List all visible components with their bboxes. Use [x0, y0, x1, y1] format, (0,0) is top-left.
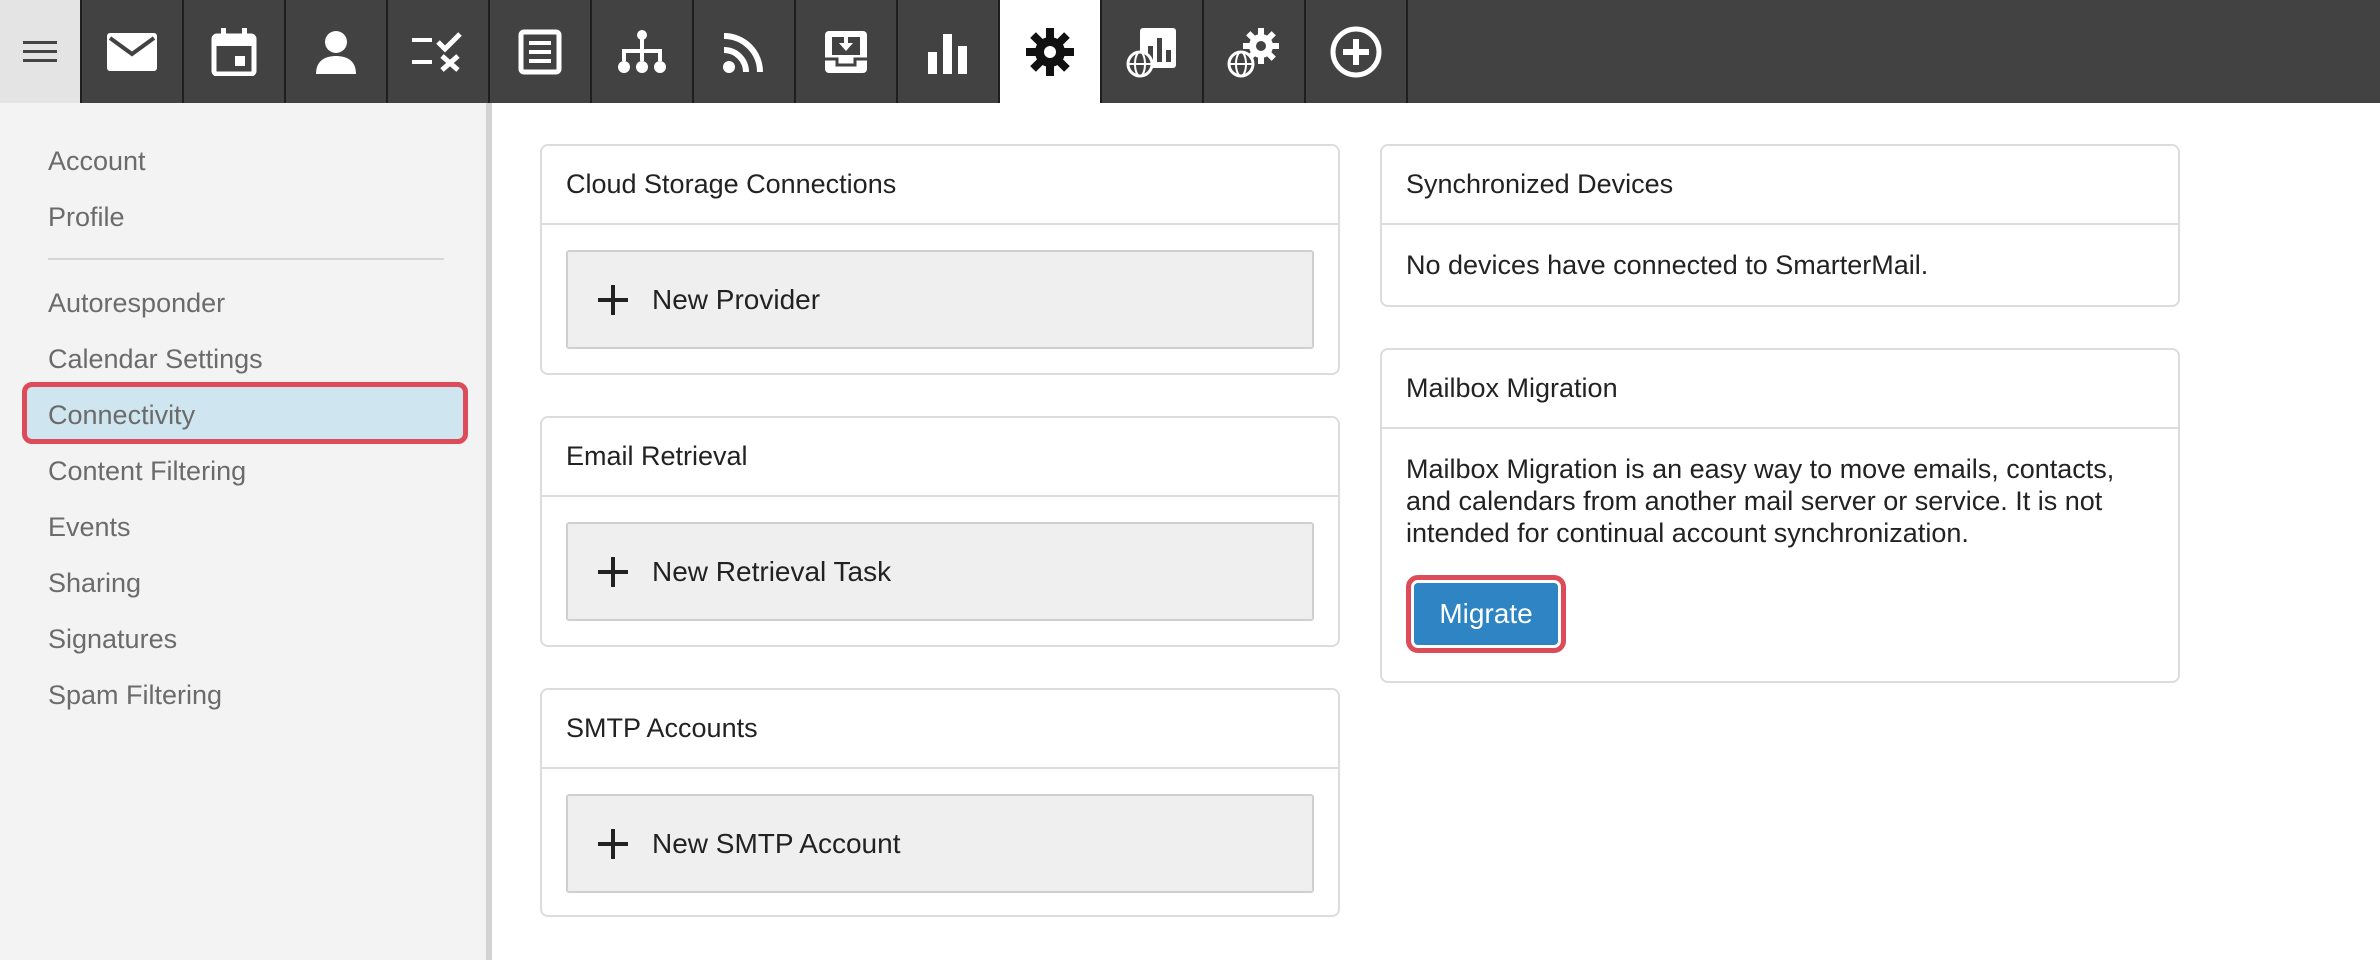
new-provider-button[interactable]: New Provider — [566, 250, 1314, 349]
sidebar-item-calendar-settings[interactable]: Calendar Settings — [48, 337, 263, 381]
sidebar-item-content-filtering[interactable]: Content Filtering — [48, 449, 246, 493]
plus-icon — [598, 284, 628, 315]
synchronized-devices-title: Synchronized Devices — [1382, 146, 2178, 225]
cloud-storage-card: Cloud Storage Connections New Provider — [540, 144, 1340, 375]
sidebar-item-profile[interactable]: Profile — [48, 195, 125, 239]
no-devices-message: No devices have connected to SmarterMail… — [1406, 250, 1929, 280]
email-retrieval-title: Email Retrieval — [542, 418, 1338, 497]
smtp-accounts-title: SMTP Accounts — [542, 690, 1338, 769]
reports-icon[interactable] — [898, 0, 1000, 103]
plus-icon — [598, 556, 628, 587]
mail-icon[interactable] — [82, 0, 184, 103]
domain-settings-icon[interactable] — [1204, 0, 1306, 103]
mailbox-migration-card: Mailbox Migration Mailbox Migration is a… — [1380, 348, 2180, 683]
sidebar-item-connectivity[interactable]: Connectivity — [48, 393, 195, 437]
calendar-icon[interactable] — [184, 0, 286, 103]
synchronized-devices-card: Synchronized Devices No devices have con… — [1380, 144, 2180, 307]
mailbox-migration-description: Mailbox Migration is an easy way to move… — [1406, 454, 2115, 548]
new-retrieval-task-label: New Retrieval Task — [652, 555, 892, 587]
rss-icon[interactable] — [694, 0, 796, 103]
top-nav-bar — [0, 0, 2380, 103]
sidebar-item-sharing[interactable]: Sharing — [48, 561, 141, 605]
menu-icon[interactable] — [0, 0, 82, 103]
cloud-storage-title: Cloud Storage Connections — [542, 146, 1338, 225]
sidebar-item-events[interactable]: Events — [48, 505, 131, 549]
mailbox-migration-title: Mailbox Migration — [1382, 350, 2178, 429]
settings-gear-icon[interactable] — [1000, 0, 1102, 103]
sidebar-divider — [48, 258, 444, 260]
contacts-icon[interactable] — [286, 0, 388, 103]
sidebar-item-autoresponder[interactable]: Autoresponder — [48, 281, 225, 325]
sidebar-item-account[interactable]: Account — [48, 139, 146, 183]
migrate-button[interactable]: Migrate — [1414, 583, 1558, 645]
notes-icon[interactable] — [490, 0, 592, 103]
settings-sidebar: Account Profile Autoresponder Calendar S… — [0, 103, 492, 960]
migrate-button-focus-ring: Migrate — [1406, 575, 1566, 653]
new-smtp-account-button[interactable]: New SMTP Account — [566, 794, 1314, 893]
new-retrieval-task-button[interactable]: New Retrieval Task — [566, 522, 1314, 621]
plus-icon — [598, 828, 628, 859]
inbox-download-icon[interactable] — [796, 0, 898, 103]
tasks-icon[interactable] — [388, 0, 490, 103]
add-circle-icon[interactable] — [1306, 0, 1408, 103]
new-smtp-account-label: New SMTP Account — [652, 827, 901, 859]
sitemap-icon[interactable] — [592, 0, 694, 103]
sidebar-item-signatures[interactable]: Signatures — [48, 617, 177, 661]
smtp-accounts-card: SMTP Accounts New SMTP Account — [540, 688, 1340, 917]
sidebar-item-spam-filtering[interactable]: Spam Filtering — [48, 673, 222, 717]
email-retrieval-card: Email Retrieval New Retrieval Task — [540, 416, 1340, 647]
domain-reports-icon[interactable] — [1102, 0, 1204, 103]
new-provider-label: New Provider — [652, 283, 821, 315]
